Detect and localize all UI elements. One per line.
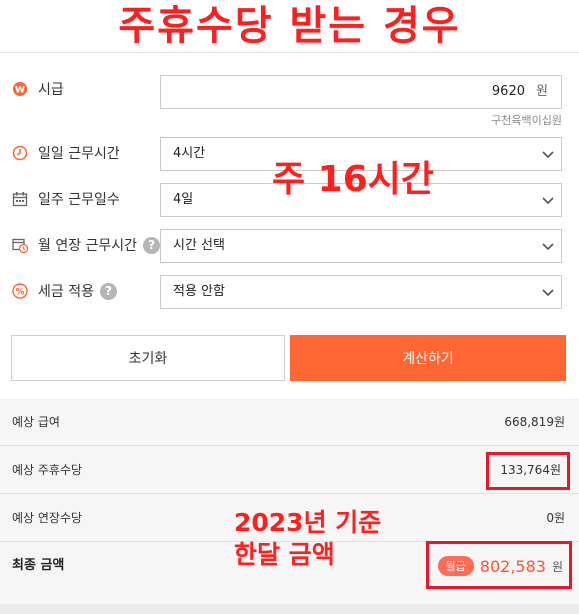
- calendar-clock-icon: [12, 237, 28, 253]
- tax-label-row: % 세금 적용 ?: [12, 279, 117, 303]
- daily-hours-value: 4시간: [173, 146, 206, 161]
- hourly-wage-unit: 원: [536, 84, 548, 99]
- overtime-label-row: 월 연장 근무시간 ?: [12, 233, 161, 257]
- annotation-weekly-hours: 주 16시간: [272, 159, 434, 200]
- hourly-wage-value: 9620: [491, 84, 525, 99]
- panel-bottom-edge: [0, 604, 579, 614]
- hourly-wage-korean: 구천육백이십원: [491, 114, 562, 127]
- result-label: 예상 급여: [12, 415, 60, 429]
- weekly-days-value: 4일: [173, 192, 194, 207]
- highlight-box-total: [426, 541, 572, 589]
- hourly-wage-input[interactable]: 9620 원: [160, 75, 562, 109]
- overtime-value: 시간 선택: [173, 238, 225, 253]
- help-icon[interactable]: ?: [143, 236, 161, 254]
- daily-hours-label: 일일 근무시간: [38, 146, 120, 162]
- result-label: 예상 주휴수당: [12, 463, 83, 477]
- weekly-days-label: 일주 근무일수: [38, 192, 120, 208]
- chevron-down-icon: [542, 289, 554, 297]
- chevron-down-icon: [542, 197, 554, 205]
- divider: [0, 52, 579, 53]
- result-label: 예상 연장수당: [12, 511, 83, 525]
- result-row-salary: 예상 급여 668,819원: [0, 398, 579, 446]
- svg-text:W: W: [15, 86, 25, 96]
- chevron-down-icon: [542, 243, 554, 251]
- weekly-days-label-row: 일주 근무일수: [12, 187, 120, 211]
- reset-button[interactable]: 초기화: [11, 335, 285, 381]
- highlight-box-holiday: [486, 452, 570, 490]
- percent-icon: %: [12, 283, 28, 299]
- hourly-label-row: W 시급: [12, 77, 64, 101]
- tax-select[interactable]: 적용 안함: [160, 275, 562, 309]
- clock-icon: [12, 145, 28, 161]
- result-amount: 668,819원: [504, 415, 565, 429]
- tax-label: 세금 적용: [38, 284, 94, 300]
- won-coin-icon: W: [12, 81, 28, 97]
- annotation-basis-line2: 한달 금액: [234, 540, 335, 569]
- overtime-label: 월 연장 근무시간: [38, 238, 138, 254]
- annotation-basis-line1: 2023년 기준: [234, 508, 382, 537]
- hourly-label: 시급: [38, 82, 64, 98]
- overtime-select[interactable]: 시간 선택: [160, 229, 562, 263]
- help-icon[interactable]: ?: [99, 282, 117, 300]
- calendar-icon: [12, 191, 28, 207]
- tax-value: 적용 안함: [173, 284, 225, 299]
- total-label: 최종 금액: [12, 558, 65, 573]
- chevron-down-icon: [542, 151, 554, 159]
- calculate-button[interactable]: 계산하기: [290, 335, 566, 381]
- banner-title: 주휴수당 받는 경우: [118, 3, 461, 49]
- svg-text:%: %: [15, 288, 24, 298]
- result-amount: 0원: [546, 511, 565, 525]
- daily-hours-label-row: 일일 근무시간: [12, 141, 120, 165]
